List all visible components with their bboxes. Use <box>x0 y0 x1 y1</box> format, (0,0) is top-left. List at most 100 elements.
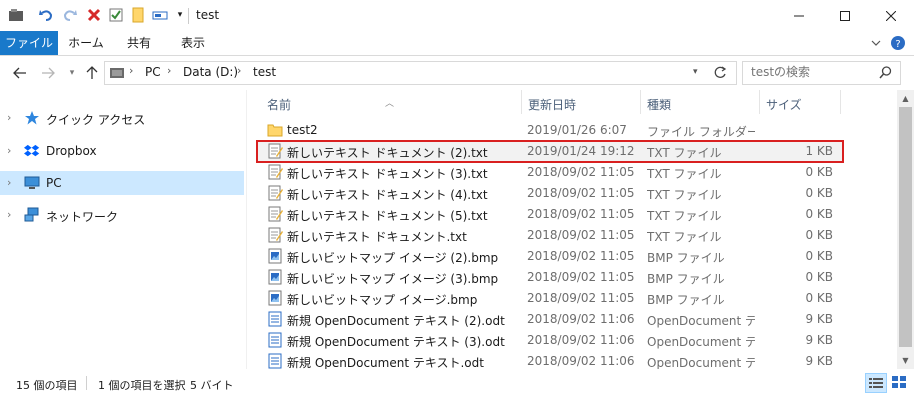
file-name: 新しいテキスト ドキュメント (3).txt <box>287 167 488 181</box>
up-button[interactable] <box>84 65 100 81</box>
file-row[interactable]: 新しいビットマップ イメージ (2).bmp 2018/09/02 11:05 BM… <box>257 246 843 267</box>
minimize-button[interactable] <box>776 0 822 31</box>
chevron-right-icon[interactable]: › <box>7 111 11 124</box>
file-row[interactable]: 新規 OpenDocument テキスト.odt 2018/09/02 11:06… <box>257 351 843 369</box>
nav-item-label: Dropbox <box>46 144 97 158</box>
scroll-down-arrow[interactable]: ▼ <box>897 352 914 369</box>
file-row[interactable]: 新規 OpenDocument テキスト (3).odt 2018/09/02 1… <box>257 330 843 351</box>
file-type: ファイル フォルダー <box>647 125 755 139</box>
file-row[interactable]: 新しいビットマップ イメージ.bmp 2018/09/02 11:05 BMP ファ… <box>257 288 843 309</box>
crumb-folder[interactable]: test <box>253 65 276 79</box>
scroll-up-arrow[interactable]: ▲ <box>897 90 914 107</box>
file-type: TXT ファイル <box>647 209 722 223</box>
close-button[interactable] <box>868 0 914 31</box>
file-date: 2018/09/02 11:05 <box>527 186 635 200</box>
odt-file-icon <box>267 311 283 327</box>
recent-locations-icon[interactable]: ▾ <box>64 65 80 81</box>
address-bar[interactable]: › PC › Data (D:) › test ▾ <box>104 61 737 85</box>
delete-icon[interactable] <box>86 7 102 23</box>
tab-file[interactable]: ファイル <box>0 31 58 55</box>
file-row[interactable]: 新しいテキスト ドキュメント (3).txt 2018/09/02 11:05 TX… <box>257 162 843 183</box>
crumb-drive[interactable]: Data (D:) <box>183 65 238 79</box>
chevron-right-icon[interactable]: › <box>7 176 11 189</box>
expand-ribbon-icon[interactable] <box>868 35 884 51</box>
file-type: TXT ファイル <box>647 230 722 244</box>
file-size: 9 KB <box>805 354 833 368</box>
file-name: 新しいテキスト ドキュメント.txt <box>287 230 467 244</box>
column-header-name[interactable]: ︿ 名前 <box>247 90 521 116</box>
column-header-date[interactable]: 更新日時 <box>522 90 640 116</box>
nav-item-quick-access[interactable]: › クイック アクセス <box>0 106 244 130</box>
nav-item-dropbox[interactable]: › Dropbox <box>0 139 244 163</box>
svg-text:?: ? <box>895 39 900 50</box>
large-icons-view-button[interactable] <box>889 373 909 391</box>
search-box[interactable] <box>742 61 901 85</box>
refresh-icon[interactable] <box>713 65 727 79</box>
details-view-icon <box>869 378 883 388</box>
window-title: test <box>196 8 220 22</box>
tab-home[interactable]: ホーム <box>62 31 110 55</box>
tab-view[interactable]: 表示 <box>170 31 216 55</box>
address-dropdown-icon[interactable]: ▾ <box>693 67 698 77</box>
file-name: test2 <box>287 123 318 137</box>
help-icon[interactable]: ? <box>890 35 906 51</box>
scroll-thumb[interactable] <box>899 107 912 347</box>
column-header-type[interactable]: 種類 <box>641 90 759 116</box>
file-list: ︿ 名前 更新日時 種類 サイズ test2 2019/01/26 6:07 ファイ… <box>247 90 897 369</box>
maximize-button[interactable] <box>822 0 868 31</box>
vertical-scrollbar[interactable]: ▲ ▼ <box>897 90 914 369</box>
undo-icon[interactable] <box>38 7 54 23</box>
status-selection-size: 5 バイト <box>190 379 234 392</box>
tab-share[interactable]: 共有 <box>116 31 162 55</box>
file-size: 9 KB <box>805 312 833 326</box>
file-size: 1 KB <box>805 144 833 158</box>
column-header-size[interactable]: サイズ <box>760 90 840 116</box>
title-divider <box>188 8 189 24</box>
txt-file-icon <box>267 185 283 201</box>
bmp-file-icon <box>267 248 283 264</box>
file-date: 2018/09/02 11:05 <box>527 249 635 263</box>
file-date: 2018/09/02 11:06 <box>527 333 635 347</box>
chevron-right-icon[interactable]: › <box>7 208 11 221</box>
crumb-separator: › <box>237 64 242 77</box>
nav-item-pc[interactable]: › PC <box>0 171 244 195</box>
file-name: 新しいテキスト ドキュメント (4).txt <box>287 188 488 202</box>
file-type: TXT ファイル <box>647 188 722 202</box>
details-view-button[interactable] <box>865 373 887 393</box>
file-row[interactable]: 新しいテキスト ドキュメント (5).txt 2018/09/02 11:05 TX… <box>257 204 843 225</box>
file-row[interactable]: 新しいテキスト ドキュメント.txt 2018/09/02 11:05 TXT ファ… <box>257 225 843 246</box>
file-type: TXT ファイル <box>647 167 722 181</box>
crumb-separator: › <box>129 64 134 77</box>
file-date: 2018/09/02 11:06 <box>527 312 635 326</box>
sort-ascending-icon: ︿ <box>385 99 395 109</box>
chevron-right-icon[interactable]: › <box>7 144 11 157</box>
search-icon[interactable] <box>879 66 892 79</box>
file-name: 新規 OpenDocument テキスト (3).odt <box>287 335 505 349</box>
file-row[interactable]: test2 2019/01/26 6:07 ファイル フォルダー <box>257 120 843 141</box>
file-row[interactable]: 新しいビットマップ イメージ (3).bmp 2018/09/02 11:05 BM… <box>257 267 843 288</box>
large-icons-view-icon <box>892 376 906 388</box>
title-bar: ▾ test <box>0 0 914 31</box>
properties-icon[interactable] <box>108 7 124 23</box>
file-name: 新しいビットマップ イメージ.bmp <box>287 293 478 307</box>
column-divider[interactable] <box>840 90 841 114</box>
file-size: 0 KB <box>805 291 833 305</box>
customize-toolbar-icon[interactable]: ▾ <box>172 7 188 23</box>
file-row[interactable]: 新しいテキスト ドキュメント (2).txt 2019/01/24 19:12 TX… <box>256 140 844 163</box>
txt-file-icon <box>267 206 283 222</box>
crumb-pc[interactable]: PC <box>145 65 161 79</box>
app-icon[interactable] <box>8 7 24 23</box>
file-size: 9 KB <box>805 333 833 347</box>
nav-item-network[interactable]: › ネットワーク <box>0 203 244 227</box>
file-name: 新しいテキスト ドキュメント (5).txt <box>287 209 488 223</box>
search-input[interactable] <box>751 64 871 80</box>
network-icon <box>24 207 39 222</box>
back-button[interactable] <box>12 65 28 81</box>
rename-icon[interactable] <box>152 7 168 23</box>
forward-button[interactable] <box>40 65 56 81</box>
new-folder-icon[interactable] <box>130 7 146 23</box>
file-row[interactable]: 新しいテキスト ドキュメント (4).txt 2018/09/02 11:05 TX… <box>257 183 843 204</box>
redo-icon[interactable] <box>62 7 78 23</box>
file-row[interactable]: 新規 OpenDocument テキスト (2).odt 2018/09/02 1… <box>257 309 843 330</box>
file-type: OpenDocument テ... <box>647 335 755 349</box>
